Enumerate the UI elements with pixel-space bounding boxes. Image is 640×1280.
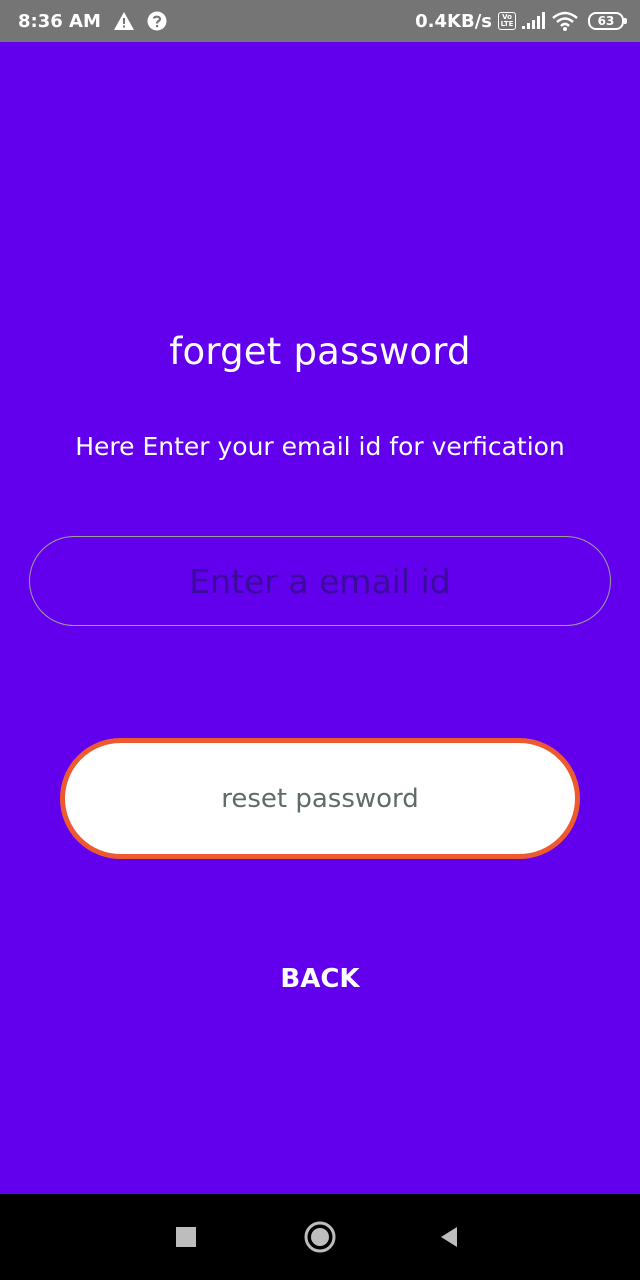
battery-level: 63	[597, 14, 615, 28]
status-bar-left: 8:36 AM	[18, 0, 167, 42]
status-time: 8:36 AM	[18, 10, 101, 32]
warning-icon	[113, 11, 135, 31]
home-icon	[304, 1221, 336, 1253]
network-speed: 0.4KB/s	[415, 10, 492, 32]
volte-icon: Vo LTE	[498, 12, 516, 30]
signal-icon	[522, 12, 546, 30]
status-bar: 8:36 AM 0.4KB/s Vo LTE 63	[0, 0, 640, 42]
page-title: forget password	[169, 330, 471, 373]
battery-icon: 63	[588, 12, 627, 30]
recents-icon	[176, 1227, 196, 1247]
volte-label-bottom: LTE	[500, 20, 514, 28]
nav-back-button[interactable]	[426, 1214, 472, 1260]
back-button-label: BACK	[280, 964, 360, 994]
back-button[interactable]: BACK	[260, 955, 380, 1003]
navigation-bar	[0, 1194, 640, 1280]
reset-password-button-label: reset password	[221, 783, 419, 814]
recents-button[interactable]	[163, 1214, 209, 1260]
home-button[interactable]	[297, 1214, 343, 1260]
email-input[interactable]	[29, 536, 611, 626]
status-bar-right: 0.4KB/s Vo LTE 63	[415, 0, 627, 42]
back-icon	[441, 1227, 457, 1247]
forget-password-screen: 8:36 AM 0.4KB/s Vo LTE 63 forget passwor…	[0, 0, 640, 1280]
page-subtitle: Here Enter your email id for verfication	[75, 432, 565, 461]
help-icon	[147, 11, 167, 31]
reset-password-button[interactable]: reset password	[60, 738, 580, 859]
wifi-icon	[552, 11, 578, 31]
